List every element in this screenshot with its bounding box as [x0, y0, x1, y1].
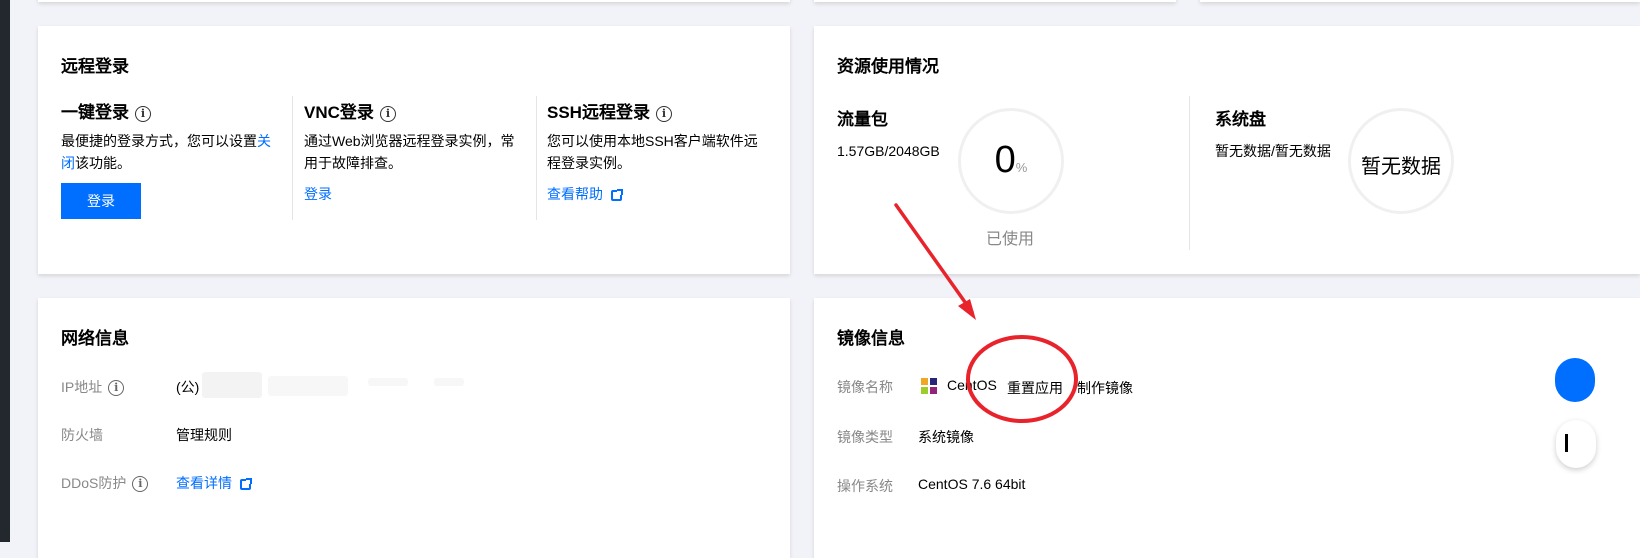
info-icon[interactable]: i [132, 476, 149, 493]
ip-address-label: IP地址 i [61, 377, 125, 397]
info-icon[interactable]: i [135, 105, 151, 122]
ip-address-value: (公) [176, 379, 200, 395]
manage-rules-link[interactable]: 管理规则 [176, 425, 232, 445]
ssh-help-link[interactable]: 查看帮助 [547, 186, 603, 202]
traffic-package-title: 流量包 [837, 110, 888, 129]
one-click-login-title: 一键登录 i [61, 98, 151, 123]
info-icon[interactable]: i [655, 105, 672, 122]
vnc-login-link[interactable]: 登录 [304, 183, 332, 205]
top-card-middle [814, 0, 1176, 2]
traffic-usage-ring: 0% [958, 108, 1064, 214]
ddos-label-text: DDoS防护 [61, 475, 127, 491]
external-link-icon [240, 477, 252, 490]
ssh-help-link-wrap[interactable]: 查看帮助 [547, 183, 623, 205]
image-type-value: 系统镜像 [918, 429, 974, 445]
traffic-package-value: 1.57GB/2048GB [837, 143, 940, 159]
ddos-details-link-wrap[interactable]: 查看详情 [176, 473, 252, 493]
divider [536, 96, 537, 220]
vnc-login-desc: 通过Web浏览器远程登录实例，常用于故障排查。 [304, 133, 515, 171]
resource-usage-card: 资源使用情况 流量包 1.57GB/2048GB 0% 已使用 系统盘 暂无数据… [814, 26, 1640, 274]
one-click-desc-pre: 最便捷的登录方式，您可以设置 [61, 133, 257, 149]
traffic-usage-percent: 0 [994, 139, 1016, 181]
network-info-card: 网络信息 IP地址 i (公) 防火墙 管理规则 DDoS防护 i 查看详情 [38, 298, 790, 558]
floating-action-button[interactable] [1555, 358, 1595, 402]
vnc-login-label: VNC登录 [304, 103, 374, 122]
redacted-ip [434, 378, 464, 386]
divider [1189, 96, 1190, 250]
network-info-title: 网络信息 [61, 329, 129, 348]
image-name-value: CentOS [947, 377, 997, 393]
ddos-protection-label: DDoS防护 i [61, 473, 149, 493]
create-image-link[interactable]: 制作镜像 [1077, 378, 1133, 398]
ssh-login-label: SSH远程登录 [547, 103, 650, 122]
image-info-title: 镜像信息 [837, 329, 905, 348]
top-card-left [38, 0, 790, 2]
external-link-icon [611, 188, 623, 201]
one-click-login-button[interactable]: 登录 [61, 183, 141, 219]
resource-usage-title: 资源使用情况 [837, 57, 939, 76]
firewall-label: 防火墙 [61, 427, 103, 443]
image-info-card: 镜像信息 镜像名称 CentOS 重置应用 制作镜像 镜像类型 系统镜像 操作系… [814, 298, 1640, 558]
os-label: 操作系统 [837, 478, 893, 494]
floating-tool-button[interactable] [1556, 420, 1596, 468]
top-card-right [1200, 0, 1640, 2]
vnc-login-title: VNC登录 i [304, 98, 396, 123]
centos-logo-icon [920, 377, 938, 395]
remote-login-title: 远程登录 [61, 57, 129, 76]
image-name-label: 镜像名称 [837, 379, 893, 395]
one-click-desc-post: 该功能。 [75, 155, 131, 171]
traffic-usage-percent-unit: % [1015, 160, 1028, 175]
ssh-login-title: SSH远程登录 i [547, 98, 672, 123]
system-disk-value: 暂无数据/暂无数据 [1215, 143, 1331, 159]
info-icon[interactable]: i [379, 105, 396, 122]
reset-application-link[interactable]: 重置应用 [1007, 378, 1063, 398]
remote-login-card: 远程登录 一键登录 i 最便捷的登录方式，您可以设置关闭该功能。 登录 VNC登录… [38, 26, 790, 274]
one-click-login-label: 一键登录 [61, 103, 129, 122]
os-value: CentOS 7.6 64bit [918, 476, 1026, 492]
traffic-used-label: 已使用 [986, 231, 1035, 248]
divider [292, 96, 293, 220]
ip-address-label-text: IP地址 [61, 379, 103, 395]
redacted-ip [202, 372, 262, 398]
system-disk-title: 系统盘 [1215, 110, 1266, 129]
ddos-details-link[interactable]: 查看详情 [176, 475, 232, 491]
redacted-ip [268, 376, 348, 396]
system-disk-ring-text: 暂无数据 [1361, 156, 1441, 178]
info-icon[interactable]: i [108, 380, 125, 397]
chevron-icon [1565, 434, 1568, 452]
ssh-login-desc: 您可以使用本地SSH客户端软件远程登录实例。 [547, 133, 758, 171]
window-left-edge [0, 0, 10, 542]
redacted-ip [368, 378, 408, 386]
image-type-label: 镜像类型 [837, 429, 893, 445]
system-disk-ring: 暂无数据 [1348, 108, 1454, 214]
one-click-login-desc: 最便捷的登录方式，您可以设置关闭该功能。 [61, 130, 276, 174]
